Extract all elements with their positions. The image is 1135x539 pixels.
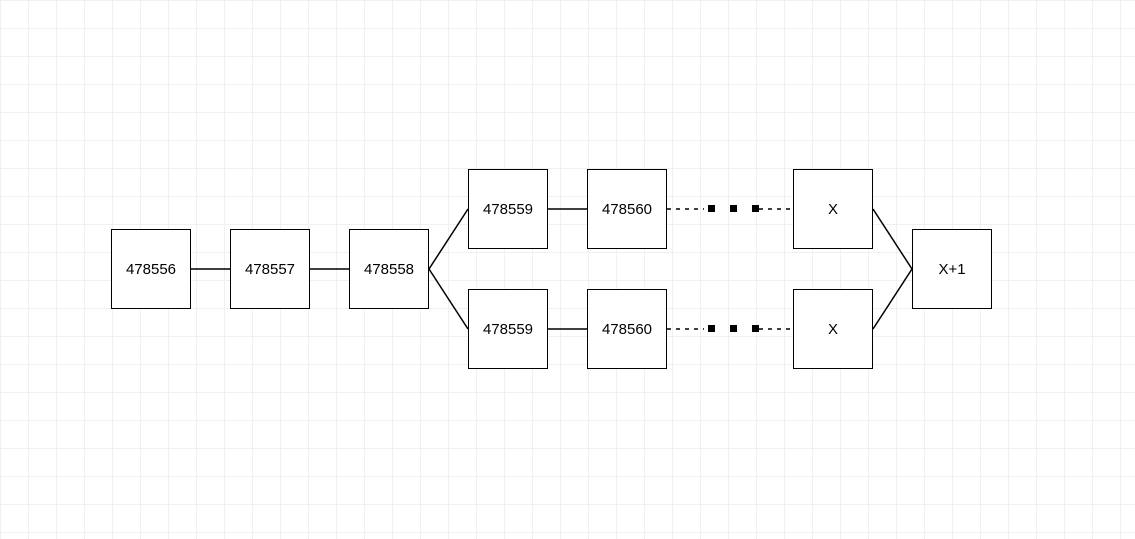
edge-bottom-dash-left <box>667 325 704 333</box>
edge-top-1-2 <box>548 205 587 213</box>
dot-icon <box>708 205 715 212</box>
edge-top-dash-right <box>759 205 793 213</box>
node-label: 478560 <box>602 321 652 338</box>
node-branch-top-1[interactable]: 478559 <box>468 169 548 249</box>
node-label: 478559 <box>483 201 533 218</box>
ellipsis-dots-top <box>708 205 759 212</box>
edge-fork-top <box>429 205 468 273</box>
node-branch-top-2[interactable]: 478560 <box>587 169 667 249</box>
node-label: X <box>828 201 838 218</box>
edge-fork-bottom <box>429 265 468 333</box>
node-label: 478558 <box>364 261 414 278</box>
edge-top-dash-left <box>667 205 704 213</box>
dot-icon <box>708 325 715 332</box>
dot-icon <box>752 325 759 332</box>
node-label: X <box>828 321 838 338</box>
node-block-3[interactable]: 478558 <box>349 229 429 309</box>
node-label: 478557 <box>245 261 295 278</box>
edge-chain-1-2 <box>191 265 230 273</box>
dot-icon <box>730 205 737 212</box>
node-label: 478560 <box>602 201 652 218</box>
ellipsis-dots-bottom <box>708 325 759 332</box>
edge-bottom-1-2 <box>548 325 587 333</box>
dot-icon <box>730 325 737 332</box>
edge-bottom-dash-right <box>759 325 793 333</box>
node-label: 478556 <box>126 261 176 278</box>
node-merge[interactable]: X+1 <box>912 229 992 309</box>
node-label: X+1 <box>938 261 965 278</box>
node-branch-top-x[interactable]: X <box>793 169 873 249</box>
node-branch-bottom-2[interactable]: 478560 <box>587 289 667 369</box>
node-branch-bottom-1[interactable]: 478559 <box>468 289 548 369</box>
dot-icon <box>752 205 759 212</box>
node-branch-bottom-x[interactable]: X <box>793 289 873 369</box>
edge-merge-bottom <box>873 265 912 333</box>
edge-merge-top <box>873 205 912 273</box>
diagram-canvas: 478556 478557 478558 478559 478560 X 478… <box>0 0 1135 539</box>
node-label: 478559 <box>483 321 533 338</box>
node-block-1[interactable]: 478556 <box>111 229 191 309</box>
node-block-2[interactable]: 478557 <box>230 229 310 309</box>
edge-chain-2-3 <box>310 265 349 273</box>
